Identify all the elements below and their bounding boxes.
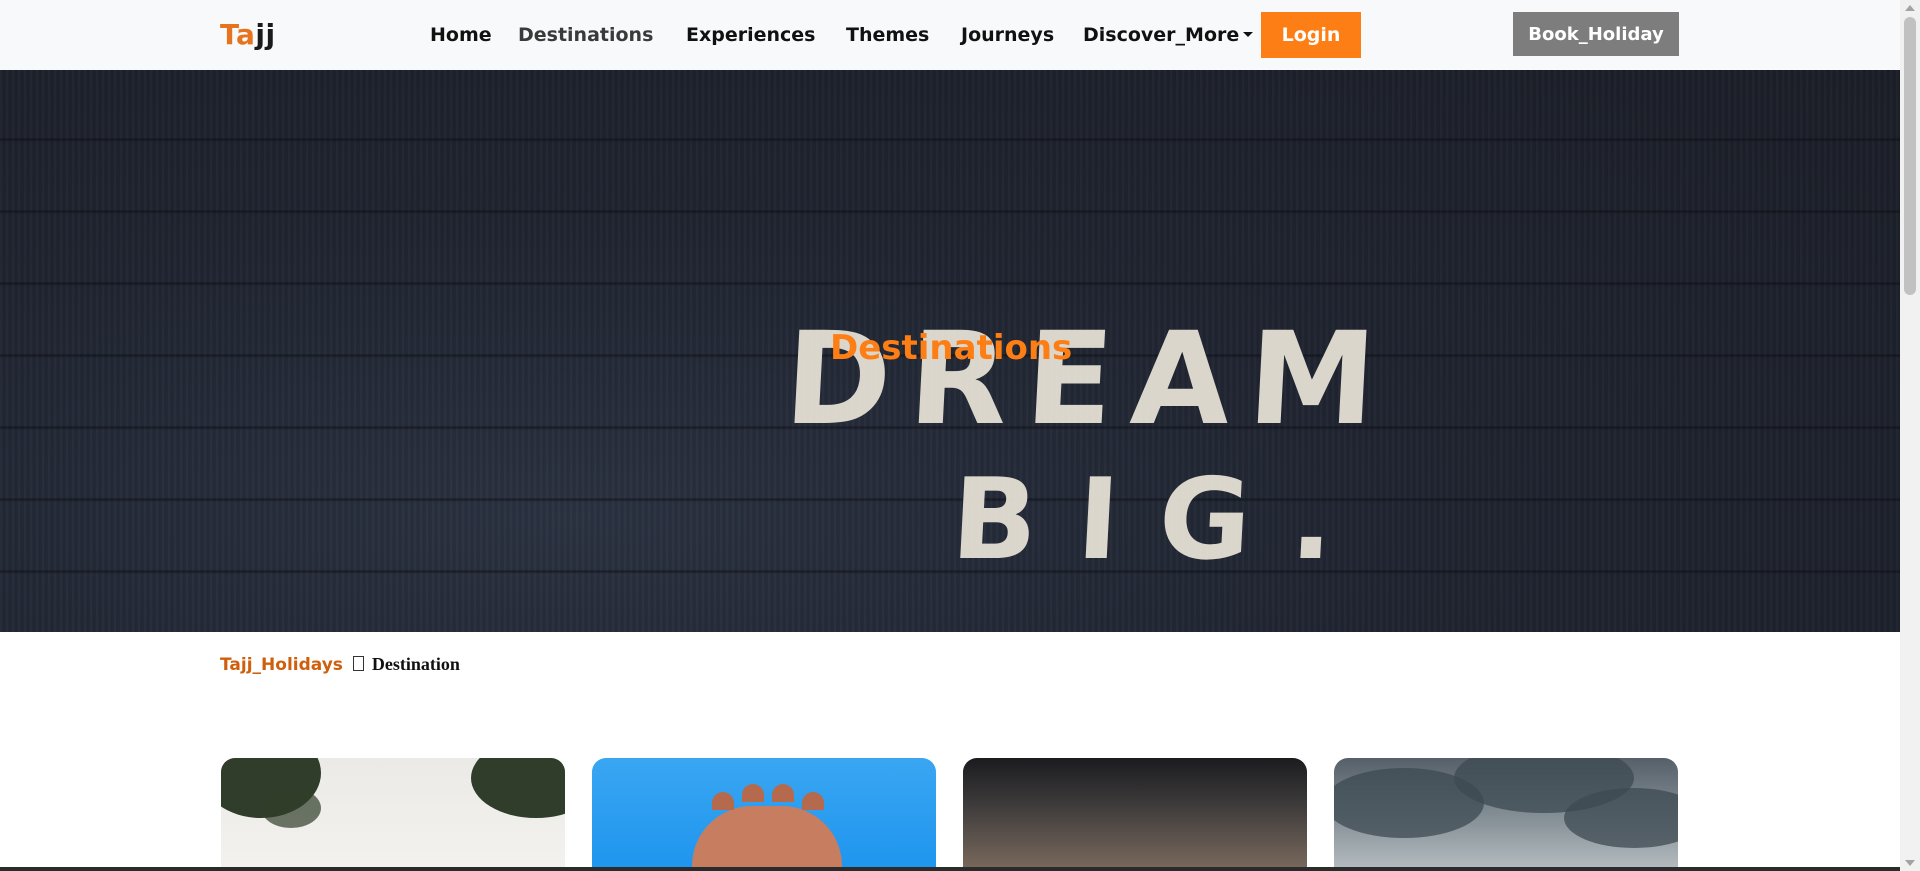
- scroll-down-icon[interactable]: [1905, 860, 1915, 866]
- brand-part-1: Ta: [220, 18, 256, 51]
- card-image-palace: [692, 806, 842, 871]
- destination-card[interactable]: [1334, 758, 1678, 871]
- page-title: Destinations: [830, 328, 1073, 368]
- chevron-down-icon: [1243, 32, 1254, 37]
- nav-discover-more-label: Discover_More: [1083, 24, 1240, 46]
- brand-part-2: jj: [255, 18, 276, 51]
- card-image-foliage: [471, 758, 565, 818]
- destination-card[interactable]: [592, 758, 936, 871]
- scrollbar-thumb[interactable]: [1904, 17, 1916, 295]
- card-image-dome: [712, 792, 734, 810]
- book-holiday-button[interactable]: Book_Holiday: [1513, 12, 1679, 56]
- vertical-scrollbar[interactable]: [1900, 0, 1920, 871]
- destination-card[interactable]: [963, 758, 1307, 871]
- card-image-foliage: [261, 788, 321, 828]
- brand-logo[interactable]: Tajj: [220, 18, 276, 51]
- card-image-dome: [742, 784, 764, 802]
- breadcrumb: Tajj_Holidays Destination: [220, 654, 460, 675]
- login-button[interactable]: Login: [1261, 12, 1361, 58]
- nav-home[interactable]: Home: [430, 24, 492, 46]
- card-image-dome: [802, 792, 824, 810]
- nav-themes[interactable]: Themes: [846, 24, 929, 46]
- navbar: Tajj Home Destinations Experiences Theme…: [0, 0, 1900, 70]
- nav-experiences[interactable]: Experiences: [686, 24, 815, 46]
- missing-glyph-icon: [352, 656, 364, 671]
- card-image-cloud: [1564, 788, 1678, 848]
- breadcrumb-home-link[interactable]: Tajj_Holidays: [220, 655, 343, 675]
- destination-card[interactable]: [221, 758, 565, 871]
- nav-journeys[interactable]: Journeys: [961, 24, 1054, 46]
- nav-discover-more[interactable]: Discover_More: [1083, 24, 1254, 46]
- nav-destinations[interactable]: Destinations: [518, 24, 653, 46]
- page-bottom-edge: [0, 867, 1900, 871]
- hero-image-text-line-2: BIG.: [948, 455, 1377, 585]
- scroll-up-icon[interactable]: [1905, 5, 1915, 11]
- hero-banner: DREAM BIG. Destinations: [0, 70, 1900, 632]
- card-image-dome: [772, 784, 794, 802]
- breadcrumb-current: Destination: [371, 654, 460, 674]
